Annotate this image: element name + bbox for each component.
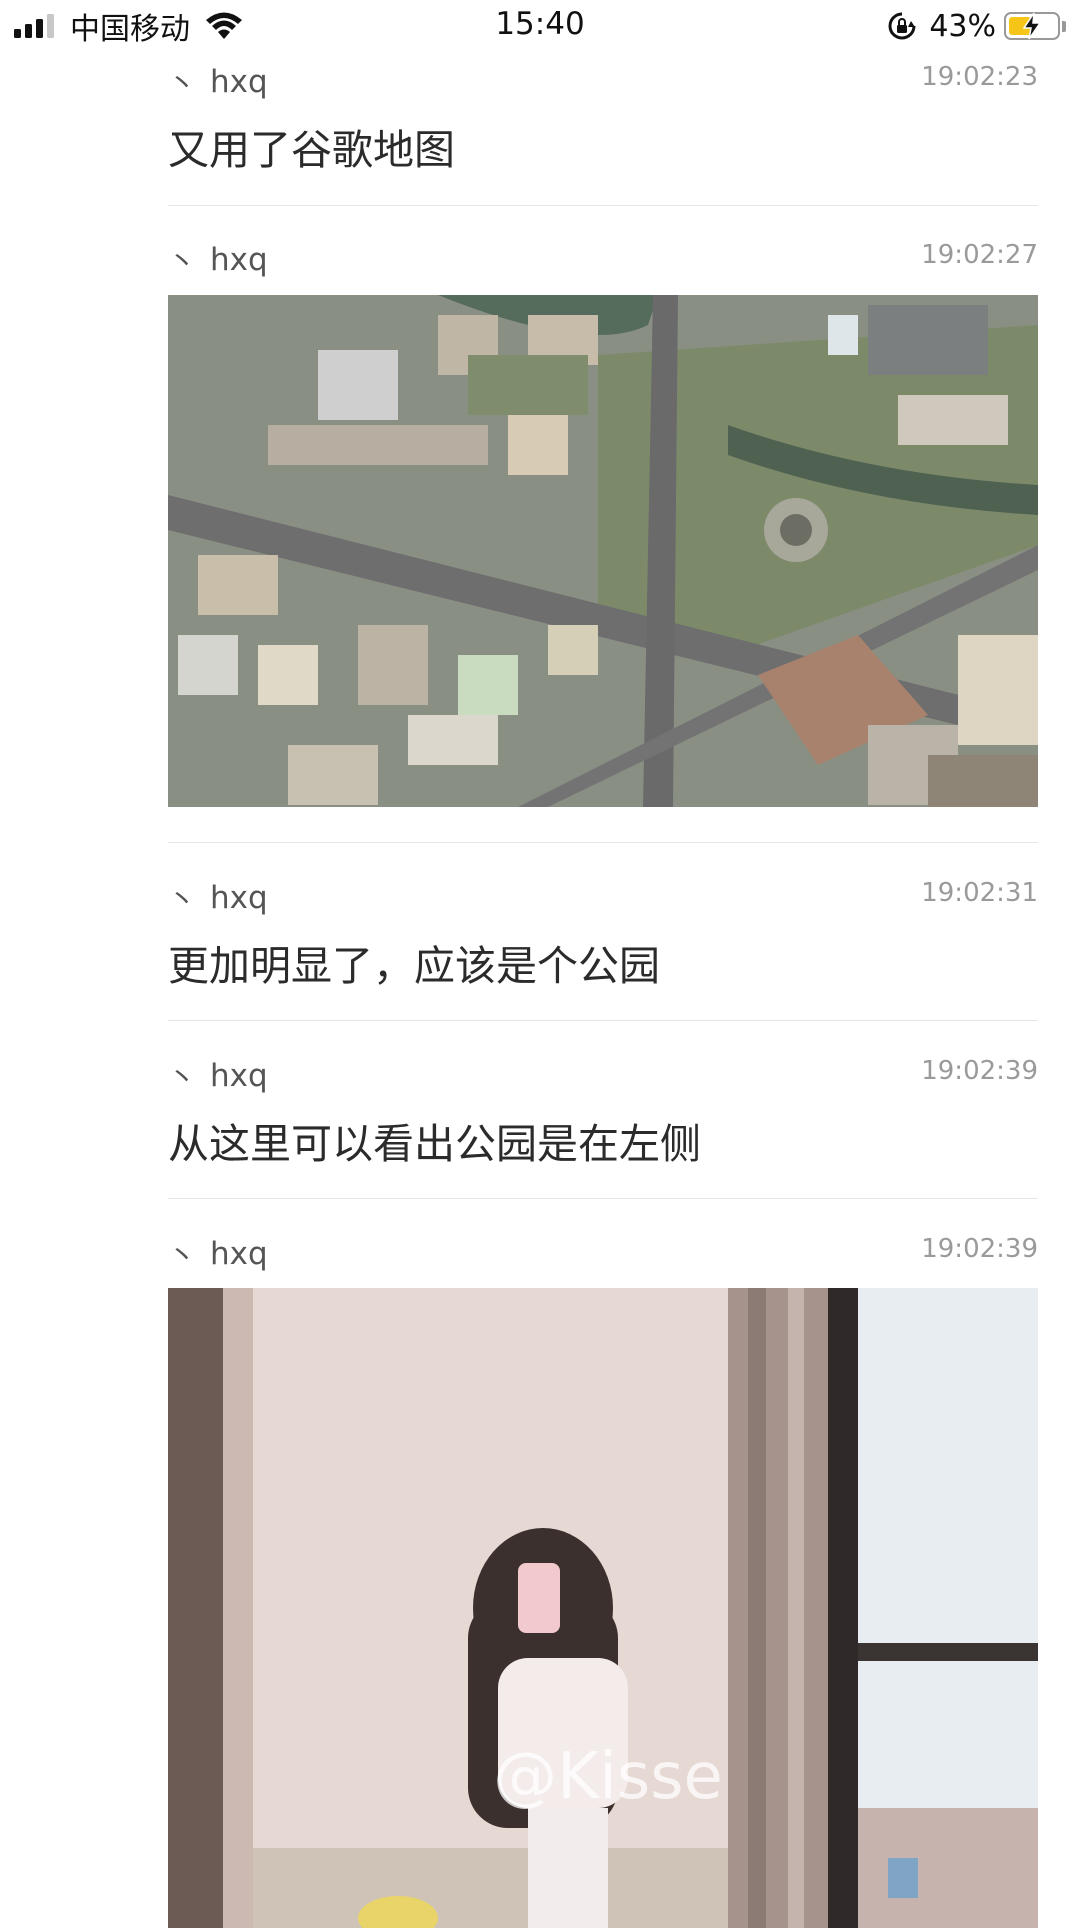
divider [168,205,1038,206]
author-mark: 丶 [168,245,197,278]
message-time: 19:02:31 [921,878,1038,908]
message-author: 丶 hxq [168,1234,268,1274]
message-time: 19:02:27 [921,240,1038,270]
message-author: 丶 hxq [168,1056,268,1096]
author-mark: 丶 [168,1239,197,1272]
message-time: 19:02:23 [921,62,1038,92]
message-item: 丶 hxq 19:02:39 从这里可以看出公园是在左侧 [168,1056,1038,1168]
message-item: 丶 hxq 19:02:31 更加明显了，应该是个公园 [168,878,1038,990]
author-mark: 丶 [168,1061,197,1094]
photo-illustration: @Kisse [168,1288,1038,1928]
rotation-lock-icon [888,12,916,40]
author-name[interactable]: hxq [210,1236,268,1272]
message-time: 19:02:39 [921,1234,1038,1264]
message-item: 丶 hxq 19:02:39 @Kisse [168,1234,1038,1928]
battery-percent: 43% [929,8,996,44]
author-mark: 丶 [168,883,197,916]
author-name[interactable]: hxq [210,242,268,278]
message-text: 又用了谷歌地图 [168,126,455,174]
author-name[interactable]: hxq [210,64,268,100]
author-mark: 丶 [168,67,197,100]
message-author: 丶 hxq [168,240,268,280]
message-text: 从这里可以看出公园是在左侧 [168,1120,701,1168]
author-name[interactable]: hxq [210,880,268,916]
watermark-text: @Kisse [493,1740,723,1814]
status-bar: 中国移动 15:40 43% [0,0,1080,50]
divider [168,842,1038,843]
divider [168,1198,1038,1199]
battery-charging-icon [1004,12,1060,40]
battery-cap [1062,20,1066,32]
message-item: 丶 hxq 19:02:23 又用了谷歌地图 [168,62,1038,174]
message-author: 丶 hxq [168,62,268,102]
satellite-map [168,295,1038,807]
message-item: 丶 hxq 19:02:27 [168,240,1038,810]
message-author: 丶 hxq [168,878,268,918]
author-name[interactable]: hxq [210,1058,268,1094]
map-image[interactable] [168,295,1038,807]
message-time: 19:02:39 [921,1056,1038,1086]
divider [168,1020,1038,1021]
message-text: 更加明显了，应该是个公园 [168,942,660,990]
room-photo[interactable]: @Kisse [168,1288,1038,1928]
